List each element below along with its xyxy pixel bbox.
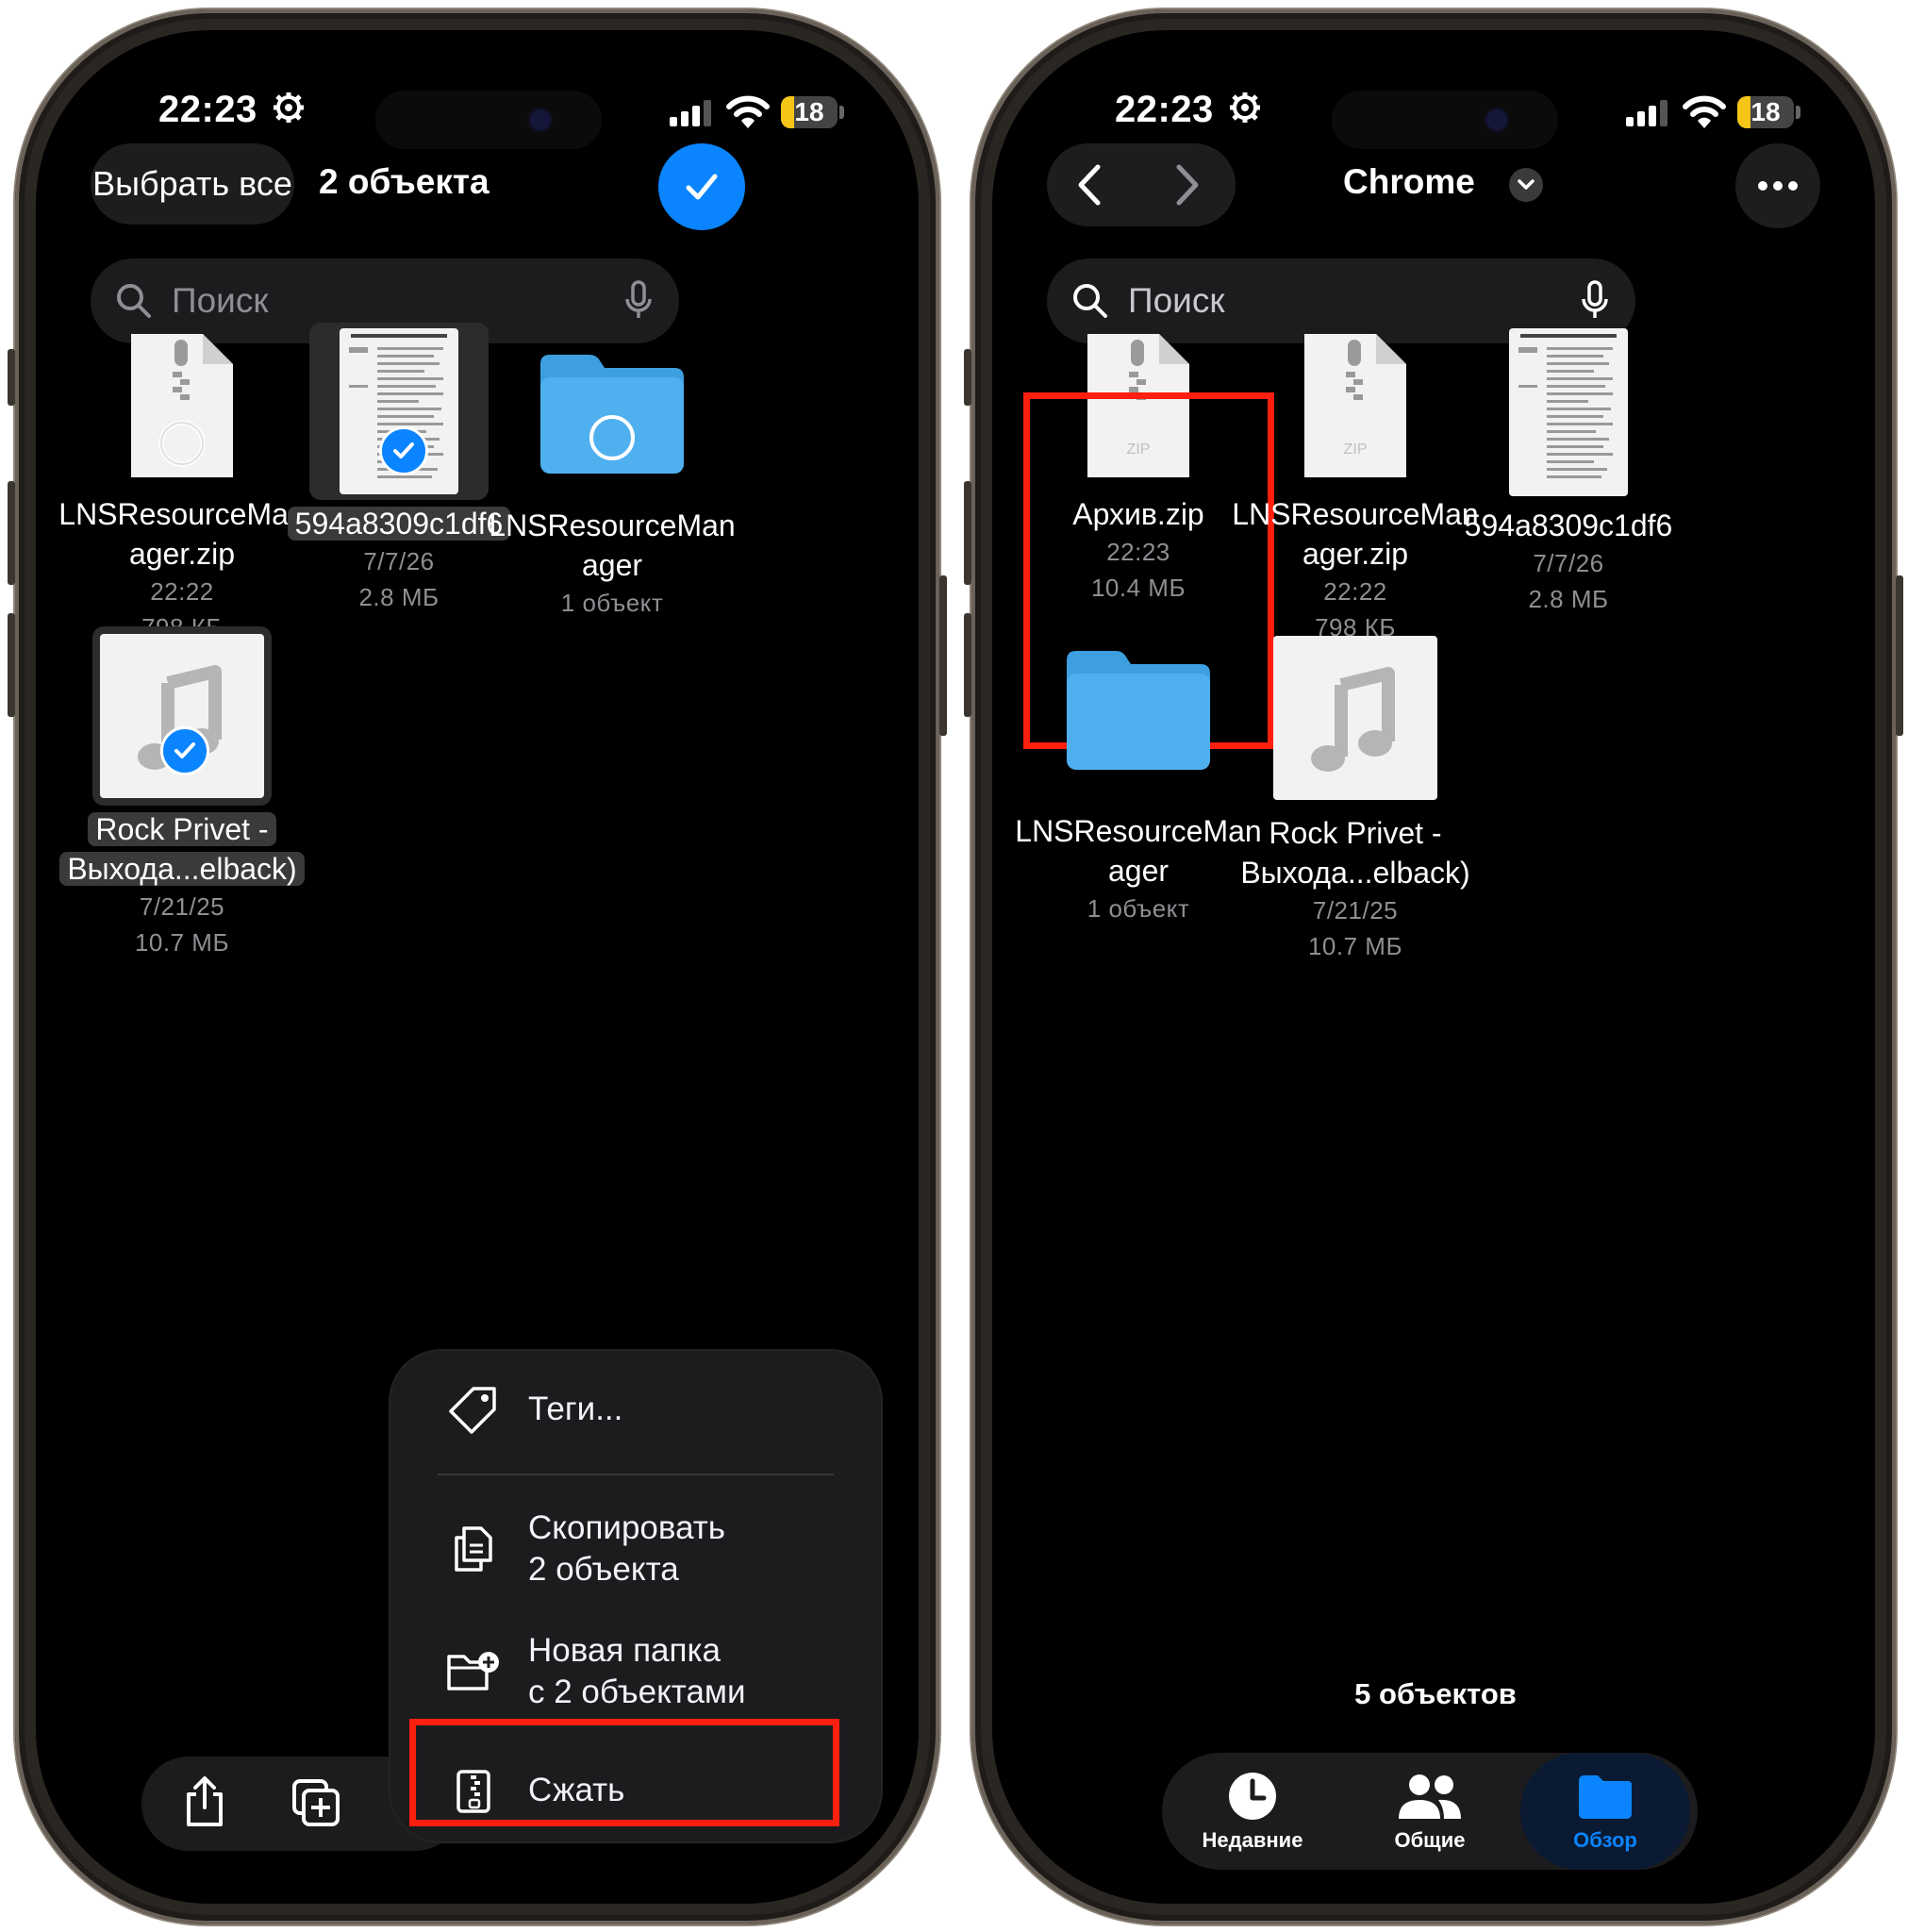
selected-thumbnail-bg <box>309 323 489 500</box>
dynamic-island <box>1332 91 1558 149</box>
battery-indicator: 18 <box>1737 94 1803 130</box>
side-button <box>939 575 947 736</box>
title-menu-chevron-icon[interactable] <box>1509 168 1543 202</box>
copy-icon <box>455 1526 492 1572</box>
selected-count: 2 объекта <box>319 162 489 201</box>
folder-title[interactable]: Chrome <box>1343 162 1475 202</box>
cellular-signal-icon <box>1626 100 1667 126</box>
file-name: Rock Privet - Выхода...elback) <box>55 809 309 889</box>
file-name: 594a8309c1df6 <box>1464 508 1673 542</box>
tag-icon <box>449 1387 496 1434</box>
right-phone-frame: 22:23 18 Chrome Поиск ZIP Архив.zip 22:2… <box>964 9 1903 1924</box>
file-name: Rock Privet - Выхода...elback) <box>1240 816 1470 890</box>
menu-label: Скопировать 2 объекта <box>528 1509 726 1588</box>
wifi-icon <box>1683 95 1726 128</box>
tab-browse[interactable]: Обзор <box>1520 1753 1690 1870</box>
file-size: 10.7 МБ <box>1307 932 1403 960</box>
search-placeholder: Поиск <box>1128 281 1225 320</box>
zip-file-icon <box>1304 334 1406 477</box>
file-size: 2.8 МБ <box>1528 585 1609 613</box>
highlight-compress-box <box>409 1719 839 1826</box>
battery-level: 18 <box>1750 97 1781 126</box>
selected-check-icon <box>379 426 428 475</box>
status-time: 22:23 <box>158 89 257 130</box>
document-thumbnail <box>1509 328 1628 496</box>
search-placeholder: Поиск <box>172 281 269 320</box>
folder-icon <box>540 355 684 474</box>
forward-chevron-icon[interactable] <box>1168 161 1205 208</box>
file-date: 7/21/25 <box>139 892 225 921</box>
zip-file-icon <box>131 334 233 477</box>
tab-bar: Недавние Общие Обзор <box>1162 1753 1698 1870</box>
file-size: 10.7 МБ <box>134 928 230 957</box>
cellular-signal-icon <box>670 100 711 126</box>
microphone-icon[interactable] <box>624 280 653 322</box>
folder-icon <box>1067 651 1210 770</box>
volume-down-button <box>8 613 15 717</box>
select-all-button[interactable]: Выбрать все <box>91 143 294 225</box>
battery-indicator: 18 <box>781 94 847 130</box>
folder-item-lns[interactable]: LNSResourceMan ager 1 объект <box>485 323 739 621</box>
left-screen: 22:23 18 Выбрать все 2 объекта Поиск LNS… <box>36 30 919 1904</box>
done-button[interactable] <box>658 143 745 230</box>
folder-count: 1 объект <box>560 589 664 617</box>
clock-icon <box>1229 1773 1276 1820</box>
right-screen: 22:23 18 Chrome Поиск ZIP Архив.zip 22:2… <box>992 30 1875 1904</box>
left-phone-frame: 22:23 18 Выбрать все 2 объекта Поиск LNS… <box>8 9 947 1924</box>
tab-recents[interactable]: Недавние <box>1168 1753 1337 1870</box>
microphone-icon[interactable] <box>1581 280 1609 322</box>
search-icon <box>1073 284 1107 318</box>
action-button <box>8 349 15 406</box>
nav-buttons <box>1047 143 1236 226</box>
selected-thumbnail-bg <box>92 626 272 806</box>
volume-up-button <box>8 481 15 585</box>
back-chevron-icon[interactable] <box>1071 161 1109 208</box>
ellipsis-icon <box>1758 181 1798 191</box>
wifi-icon <box>726 95 770 128</box>
folder-icon <box>1579 1775 1632 1819</box>
search-icon <box>117 284 151 318</box>
menu-item-tags[interactable]: Теги... <box>390 1381 881 1438</box>
gear-icon <box>1230 92 1260 123</box>
selected-check-icon <box>160 726 209 775</box>
share-icon[interactable] <box>181 1775 228 1828</box>
file-date: 7/7/26 <box>1533 549 1604 577</box>
tab-shared[interactable]: Общие <box>1345 1753 1515 1870</box>
status-time: 22:23 <box>1115 89 1214 130</box>
folder-name: LNSResourceMan ager <box>489 508 736 582</box>
file-item-rock-privet[interactable]: Rock Privet - Выхода...elback) 7/21/25 10… <box>1228 626 1483 964</box>
file-item-594a-doc[interactable]: 594a8309c1df6 7/7/26 2.8 МБ <box>1441 323 1696 617</box>
volume-down-button <box>964 613 971 717</box>
action-button <box>964 349 971 406</box>
checkmark-icon <box>686 174 718 200</box>
file-date: 7/21/25 <box>1312 896 1399 924</box>
dynamic-island <box>375 91 602 149</box>
battery-level: 18 <box>794 97 824 126</box>
volume-up-button <box>964 481 971 585</box>
people-icon <box>1399 1774 1461 1819</box>
folder-add-icon <box>447 1652 499 1690</box>
menu-label: Новая папка с 2 объектами <box>528 1632 746 1710</box>
menu-item-new-folder[interactable]: Новая папка с 2 объектами <box>390 1630 881 1713</box>
side-button <box>1896 575 1903 736</box>
duplicate-icon[interactable] <box>290 1777 341 1828</box>
menu-separator <box>438 1474 834 1475</box>
menu-item-copy[interactable]: Скопировать 2 объекта <box>390 1507 881 1591</box>
more-options-button[interactable] <box>1735 143 1820 228</box>
file-item-rock-privet[interactable]: Rock Privet - Выхода...elback) 7/21/25 10… <box>55 626 309 960</box>
audio-thumbnail <box>1273 636 1437 800</box>
item-count: 5 объектов <box>1354 1677 1517 1710</box>
gear-icon <box>274 92 304 123</box>
music-note-icon <box>1311 667 1395 772</box>
